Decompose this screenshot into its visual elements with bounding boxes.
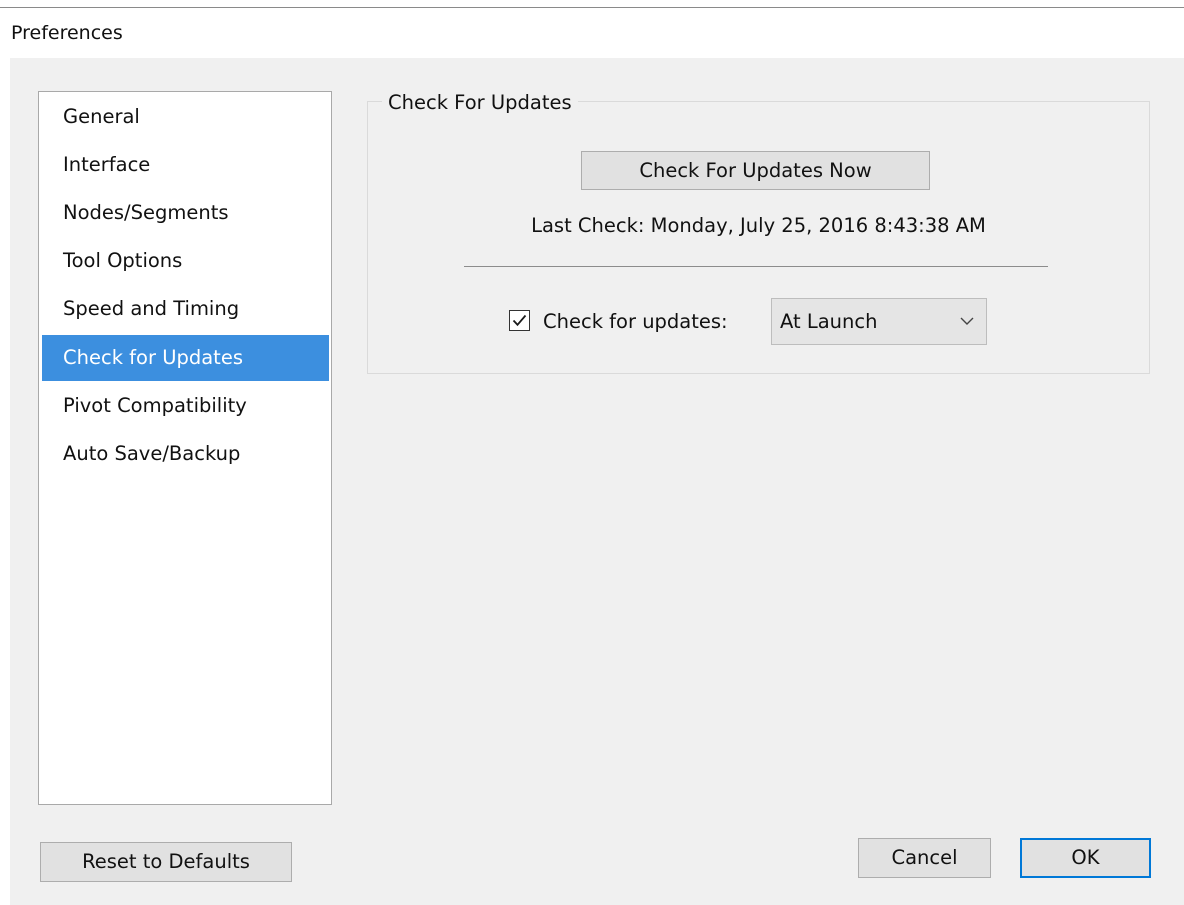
auto-check-label[interactable]: Check for updates: [543, 306, 728, 338]
auto-check-checkbox[interactable] [509, 310, 530, 331]
window-title: Preferences [11, 22, 123, 44]
last-check-text: Last Check: Monday, July 25, 2016 8:43:3… [531, 214, 986, 237]
check-icon [512, 314, 527, 327]
cancel-button[interactable]: Cancel [858, 838, 991, 878]
update-frequency-dropdown[interactable]: At Launch [771, 298, 987, 345]
reset-to-defaults-button[interactable]: Reset to Defaults [40, 842, 292, 882]
group-title: Check For Updates [382, 89, 578, 117]
separator-line [464, 266, 1048, 267]
category-list[interactable]: General Interface Nodes/Segments Tool Op… [38, 91, 332, 805]
preferences-window: Preferences General Interface Nodes/Segm… [0, 0, 1184, 905]
sidebar-item-nodes-segments[interactable]: Nodes/Segments [42, 190, 329, 236]
sidebar-item-auto-save-backup[interactable]: Auto Save/Backup [42, 431, 329, 477]
sidebar-item-general[interactable]: General [42, 94, 329, 140]
sidebar-item-tool-options[interactable]: Tool Options [42, 238, 329, 284]
title-bar[interactable]: Preferences [0, 8, 1184, 58]
chevron-down-icon [960, 317, 974, 325]
update-frequency-value: At Launch [780, 310, 878, 333]
sidebar-item-check-for-updates[interactable]: Check for Updates [42, 335, 329, 381]
check-for-updates-now-button[interactable]: Check For Updates Now [581, 151, 930, 190]
sidebar-item-pivot-compatibility[interactable]: Pivot Compatibility [42, 383, 329, 429]
ok-button[interactable]: OK [1020, 838, 1151, 878]
sidebar-item-speed-and-timing[interactable]: Speed and Timing [42, 286, 329, 332]
sidebar-item-interface[interactable]: Interface [42, 142, 329, 188]
